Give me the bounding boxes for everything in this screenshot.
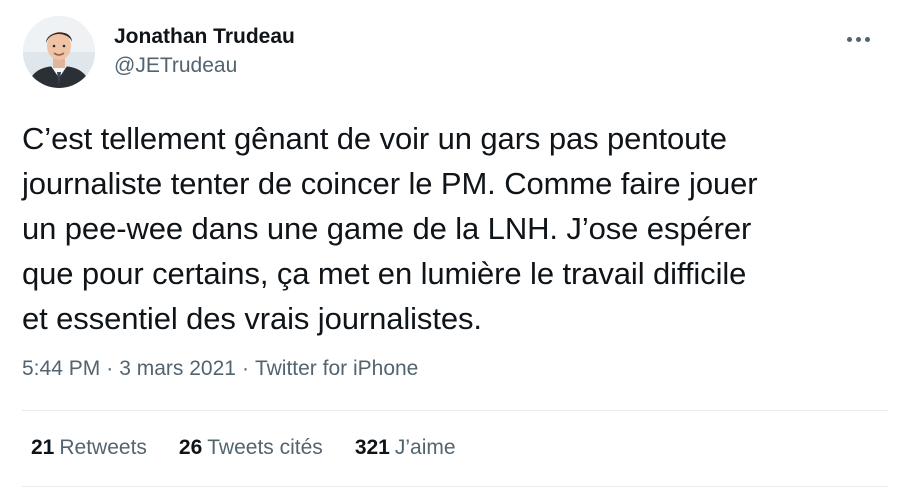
author-name[interactable]: Jonathan Trudeau (114, 24, 295, 50)
meta-separator: · (241, 357, 249, 380)
tweet-text-line: que pour certains, ça met en lumière le … (22, 256, 747, 291)
tweet-text-line: journaliste tenter de coincer le PM. Com… (22, 166, 758, 201)
retweets-count: 21 (31, 436, 55, 459)
quote-tweets-count: 26 (178, 436, 203, 459)
more-horizontal-icon-dot (855, 36, 861, 42)
retweets-stat[interactable]: 21 Retweets (31, 435, 147, 461)
tweet-card: Jonathan Trudeau @JETrudeau C’est tellem… (0, 0, 908, 500)
more-horizontal-icon (846, 36, 852, 42)
more-horizontal-icon-dot (864, 36, 870, 42)
divider (22, 410, 888, 411)
tweet-text: C’est tellement gênant de voir un gars p… (22, 116, 888, 341)
tweet-time[interactable]: 5:44 PM (22, 357, 100, 380)
tweet-stats: 21 Retweets 26 Tweets cités 321 J’aime (31, 435, 488, 461)
tweet-text-line: et essentiel des vrais journalistes. (22, 301, 482, 336)
tweet-text-line: un pee-wee dans une game de la LNH. J’os… (22, 211, 752, 246)
tweet-meta: 5:44 PM · 3 mars 2021 · Twitter for iPhone (22, 356, 418, 382)
tweet-text-line: C’est tellement gênant de voir un gars p… (22, 121, 727, 156)
likes-count: 321 (354, 436, 390, 459)
avatar[interactable] (23, 16, 95, 88)
author-handle[interactable]: @JETrudeau (114, 53, 237, 79)
tweet-source-link[interactable]: Twitter for iPhone (255, 357, 418, 380)
more-options-button[interactable] (838, 24, 878, 54)
divider (22, 486, 888, 487)
likes-label: J’aime (394, 436, 456, 459)
quote-tweets-stat[interactable]: 26 Tweets cités (179, 435, 323, 461)
meta-separator: · (106, 357, 114, 380)
retweets-label: Retweets (59, 436, 147, 459)
avatar-image (23, 16, 95, 88)
likes-stat[interactable]: 321 J’aime (355, 435, 456, 461)
tweet-date[interactable]: 3 mars 2021 (119, 357, 236, 380)
quote-tweets-label: Tweets cités (207, 436, 323, 459)
